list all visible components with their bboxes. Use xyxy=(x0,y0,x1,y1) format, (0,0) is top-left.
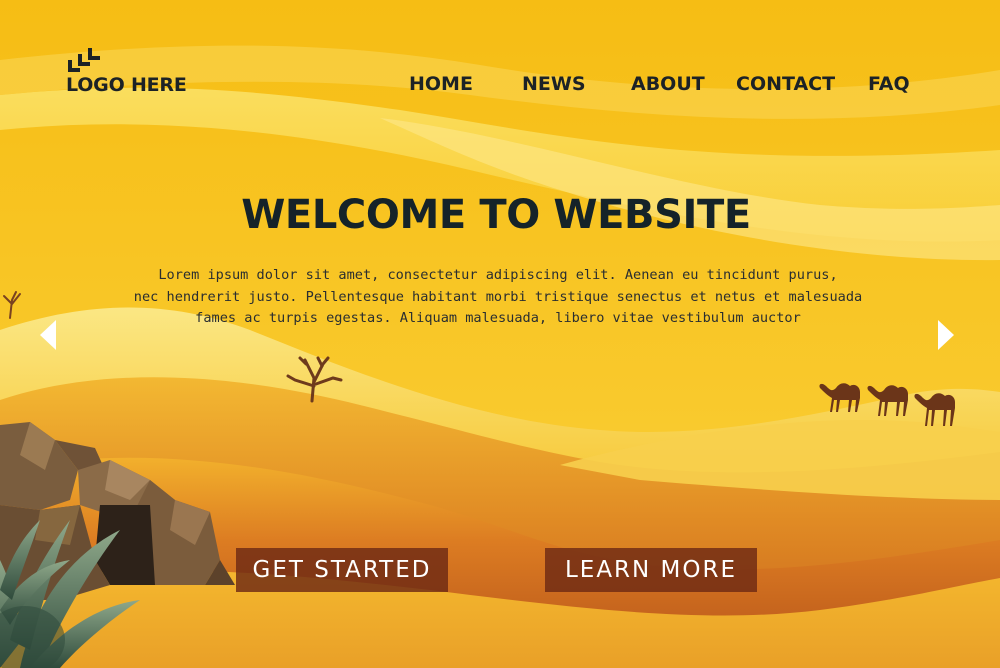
learn-more-button[interactable]: LEARN MORE xyxy=(545,548,757,592)
desert-scene xyxy=(0,0,1000,668)
hero-description-line: nec hendrerit justo. Pellentesque habita… xyxy=(133,288,863,305)
hero-title: WELCOME TO WEBSITE xyxy=(241,192,751,238)
stacked-chevron-logo-icon xyxy=(68,48,100,72)
nav-about-link[interactable]: ABOUT xyxy=(631,73,705,95)
chevron-left-icon[interactable] xyxy=(40,320,56,350)
get-started-button[interactable]: GET STARTED xyxy=(236,548,448,592)
hero-description: Lorem ipsum dolor sit amet, consectetur … xyxy=(130,265,866,330)
nav-news-link[interactable]: NEWS xyxy=(522,73,586,95)
hero-description-line: fames ac turpis egestas. Aliquam malesua… xyxy=(195,310,801,326)
chevron-right-icon[interactable] xyxy=(938,320,954,350)
main-nav: HOME NEWS ABOUT CONTACT FAQ xyxy=(0,73,1000,99)
nav-home-link[interactable]: HOME xyxy=(409,73,473,95)
nav-contact-link[interactable]: CONTACT xyxy=(736,73,835,95)
hero-description-line: Lorem ipsum dolor sit amet, consectetur … xyxy=(158,267,838,283)
nav-faq-link[interactable]: FAQ xyxy=(868,73,910,95)
